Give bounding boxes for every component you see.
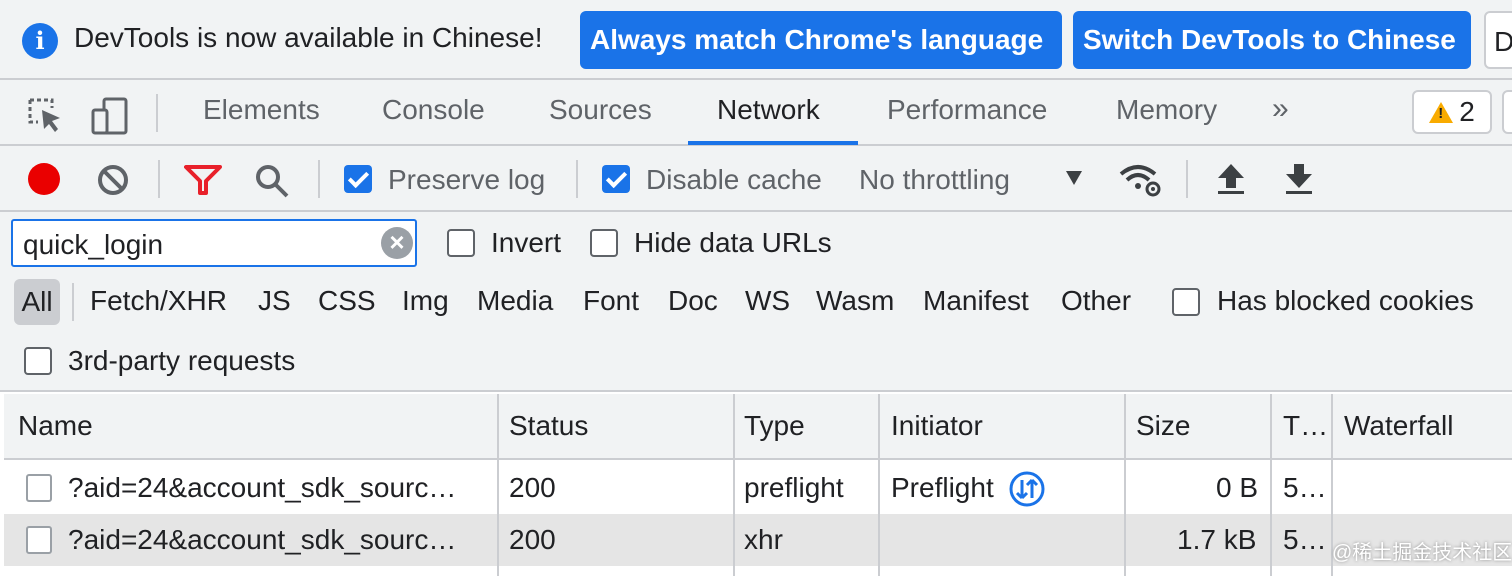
warnings-count: 2 (1459, 96, 1475, 127)
request-type-icon (26, 474, 52, 502)
network-conditions-icon[interactable] (1118, 162, 1164, 198)
request-size: 1.7 kB (1177, 524, 1257, 555)
column-header-status[interactable]: Status (509, 410, 588, 442)
invert-checkbox[interactable] (447, 229, 475, 257)
inspect-element-icon[interactable] (26, 96, 66, 136)
column-divider[interactable] (497, 394, 499, 576)
active-tab-indicator (688, 141, 858, 145)
request-time: 5… (1283, 524, 1327, 555)
switch-to-chinese-button[interactable]: Switch DevTools to Chinese (1073, 11, 1471, 69)
type-filter-divider (72, 283, 74, 321)
import-har-icon[interactable] (1216, 162, 1246, 196)
site-watermark: @稀土掘金技术社区 (1332, 542, 1512, 564)
preserve-log-checkbox[interactable] (344, 165, 372, 193)
column-header-initiator[interactable]: Initiator (891, 410, 983, 442)
always-match-language-button[interactable]: Always match Chrome's language (580, 11, 1062, 69)
type-filter-manifest[interactable]: Manifest (923, 285, 1029, 317)
tab-sources[interactable]: Sources (549, 94, 652, 126)
preflight-icon[interactable] (1008, 470, 1046, 508)
request-status: 200 (509, 472, 556, 503)
tab-network[interactable]: Network (717, 94, 820, 126)
filter-input-value[interactable]: quick_login (23, 229, 163, 261)
request-type-icon (26, 526, 52, 554)
language-infobar: i DevTools is now available in Chinese! … (0, 0, 1512, 80)
search-icon[interactable] (254, 163, 290, 199)
column-divider[interactable] (1270, 394, 1272, 576)
type-filter-fetch-xhr[interactable]: Fetch/XHR (90, 285, 227, 317)
export-har-icon[interactable] (1284, 162, 1314, 196)
type-filter-css[interactable]: CSS (318, 285, 376, 317)
type-filter-font[interactable]: Font (583, 285, 639, 317)
preserve-log-label[interactable]: Preserve log (388, 164, 545, 196)
hide-data-urls-checkbox[interactable] (590, 229, 618, 257)
tab-console[interactable]: Console (382, 94, 485, 126)
type-filter-img[interactable]: Img (402, 285, 449, 317)
column-header-name[interactable]: Name (18, 410, 93, 442)
warnings-counter[interactable]: ! 2 (1412, 90, 1492, 134)
chevron-down-icon[interactable] (1066, 171, 1082, 185)
clear-icon[interactable] (96, 163, 130, 197)
filter-icon[interactable] (184, 164, 222, 196)
infobar-message: DevTools is now available in Chinese! (74, 22, 543, 53)
table-header: Name Status Type Initiator Size T… Water… (4, 394, 1512, 460)
record-button[interactable] (28, 163, 60, 195)
toolbar-divider (576, 160, 578, 198)
toolbar-divider (318, 160, 320, 198)
toolbar-divider (1186, 160, 1188, 198)
type-filter-all[interactable]: All (14, 279, 60, 325)
column-header-type[interactable]: Type (744, 410, 805, 442)
request-name: ?aid=24&account_sdk_sourc… (68, 524, 457, 555)
table-row[interactable]: ?aid=24&account_sdk_sourc… 200 preflight… (4, 462, 1512, 514)
blocked-cookies-checkbox[interactable] (1172, 288, 1200, 316)
device-toolbar-icon[interactable] (90, 96, 130, 136)
request-size: 0 B (1216, 472, 1259, 503)
request-type: xhr (744, 524, 783, 555)
column-divider[interactable] (1124, 394, 1126, 576)
invert-label[interactable]: Invert (491, 227, 561, 259)
column-divider[interactable] (733, 394, 735, 576)
disable-cache-label[interactable]: Disable cache (646, 164, 822, 196)
table-row[interactable]: ?aid=24&account_sdk_sourc… 200 xhr 1.7 k… (4, 514, 1512, 566)
request-name: ?aid=24&account_sdk_sourc… (68, 472, 457, 503)
toolbar-divider (156, 94, 158, 132)
third-party-checkbox[interactable] (24, 347, 52, 375)
third-party-label[interactable]: 3rd-party requests (68, 345, 295, 377)
request-status: 200 (509, 524, 556, 555)
toolbar-divider (158, 160, 160, 198)
settings-button-fragment[interactable] (1502, 90, 1512, 134)
request-time: 5… (1283, 472, 1327, 503)
info-icon: i (22, 23, 58, 59)
column-header-waterfall[interactable]: Waterfall (1344, 410, 1453, 442)
column-header-size[interactable]: Size (1136, 410, 1190, 442)
tab-memory[interactable]: Memory (1116, 94, 1217, 126)
type-filter-doc[interactable]: Doc (668, 285, 718, 317)
filter-input[interactable]: quick_login × (11, 219, 417, 267)
blocked-cookies-label[interactable]: Has blocked cookies (1217, 285, 1474, 317)
disable-cache-checkbox[interactable] (602, 165, 630, 193)
table-row (4, 566, 1512, 576)
hide-data-urls-label[interactable]: Hide data URLs (634, 227, 832, 259)
throttling-select[interactable]: No throttling (859, 164, 1010, 196)
tab-performance[interactable]: Performance (887, 94, 1047, 126)
tab-elements[interactable]: Elements (203, 94, 320, 126)
column-divider[interactable] (878, 394, 880, 576)
type-filter-media[interactable]: Media (477, 285, 553, 317)
type-filter-wasm[interactable]: Wasm (816, 285, 894, 317)
type-filter-other[interactable]: Other (1061, 285, 1131, 317)
dont-show-again-button[interactable]: D (1484, 11, 1512, 69)
more-tabs-button[interactable]: » (1272, 92, 1289, 126)
type-filter-ws[interactable]: WS (745, 285, 790, 317)
clear-filter-icon[interactable]: × (381, 227, 413, 259)
type-filter-js[interactable]: JS (258, 285, 291, 317)
request-type: preflight (744, 472, 844, 503)
warning-icon: ! (1429, 101, 1454, 123)
request-initiator[interactable]: Preflight (891, 472, 994, 504)
column-header-time[interactable]: T… (1283, 410, 1328, 442)
